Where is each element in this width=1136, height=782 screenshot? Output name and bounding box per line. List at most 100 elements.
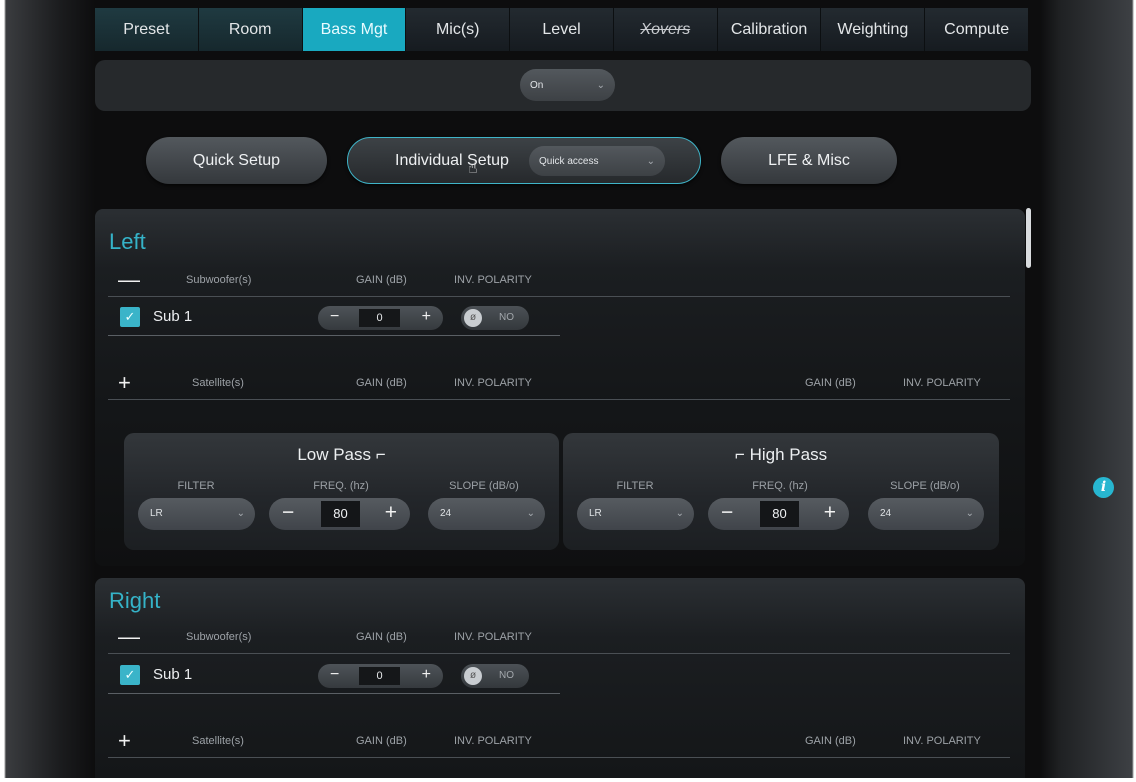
freq-minus-button[interactable]: − — [282, 501, 294, 525]
info-icon[interactable]: i — [1093, 477, 1114, 498]
polarity-toggle[interactable]: ø NO — [461, 664, 529, 688]
high-pass-curve-icon: ⌐ — [734, 445, 745, 464]
polarity-toggle[interactable]: ø NO — [461, 306, 529, 330]
polarity-phase-icon: ø — [464, 667, 482, 685]
lfe-misc-button[interactable]: LFE & Misc — [721, 137, 897, 184]
checkbox-checked-icon[interactable]: ✓ — [120, 307, 140, 327]
gain-plus-button[interactable]: + — [422, 666, 431, 684]
tab-xovers[interactable]: Xovers — [613, 8, 718, 51]
low-pass-slope-select[interactable]: 24 ⌄ — [428, 498, 545, 530]
chevron-down-icon: ⌄ — [596, 79, 605, 91]
tab-bass-mgt[interactable]: Bass Mgt — [302, 8, 407, 51]
bottom-edge — [0, 778, 1136, 782]
low-pass-filter-box: Low Pass ⌐ FILTER FREQ. (hz) SLOPE (dB/o… — [124, 433, 559, 550]
subwoofers-header: Subwoofer(s) — [186, 631, 252, 643]
freq-minus-button[interactable]: − — [721, 501, 733, 525]
chevron-down-icon: ⌄ — [236, 508, 245, 519]
satellite-header-row: + Satellite(s) GAIN (dB) INV. POLARITY G… — [108, 730, 1010, 758]
expand-plus-icon[interactable]: + — [118, 730, 131, 752]
low-pass-slope-value: 24 — [440, 508, 452, 519]
bass-mode-select[interactable]: On ⌄ — [520, 69, 615, 101]
chevron-down-icon: ⌄ — [675, 508, 684, 519]
expand-plus-icon[interactable]: + — [118, 372, 131, 394]
gain-value[interactable]: 0 — [359, 667, 400, 685]
gain-value[interactable]: 0 — [359, 309, 400, 327]
left-channel-panel: Left — Subwoofer(s) GAIN (dB) INV. POLAR… — [95, 209, 1025, 566]
filter-label: FILTER — [616, 480, 654, 492]
freq-plus-button[interactable]: + — [824, 501, 836, 525]
high-pass-slope-select[interactable]: 24 ⌄ — [868, 498, 984, 530]
low-pass-curve-icon: ⌐ — [375, 445, 386, 464]
quick-access-select[interactable]: Quick access ⌄ — [529, 146, 665, 176]
low-pass-freq-value[interactable]: 80 — [321, 501, 360, 527]
filter-label: FILTER — [177, 480, 215, 492]
pointer-cursor-icon: ☝ — [468, 160, 478, 177]
gain-header: GAIN (dB) — [356, 735, 407, 747]
chevron-down-icon: ⌄ — [965, 508, 974, 519]
high-pass-freq-stepper: − 80 + — [708, 498, 849, 530]
individual-setup-button[interactable]: Individual Setup Quick access ⌄ — [347, 137, 701, 184]
polarity-header: INV. POLARITY — [454, 631, 532, 643]
satellite-header-row: + Satellite(s) GAIN (dB) INV. POLARITY G… — [108, 372, 1010, 400]
chevron-down-icon: ⌄ — [526, 508, 535, 519]
collapse-minus-icon[interactable]: — — [118, 269, 140, 291]
gain-header-right: GAIN (dB) — [805, 735, 856, 747]
gain-header: GAIN (dB) — [356, 631, 407, 643]
gain-header: GAIN (dB) — [356, 377, 407, 389]
freq-label: FREQ. (hz) — [752, 480, 808, 492]
polarity-header-right: INV. POLARITY — [903, 735, 981, 747]
slope-label: SLOPE (dB/o) — [890, 480, 960, 492]
tab-room[interactable]: Room — [198, 8, 303, 51]
tab-xovers-label: Xovers — [640, 20, 691, 38]
gain-minus-button[interactable]: − — [330, 666, 339, 684]
checkbox-checked-icon[interactable]: ✓ — [120, 665, 140, 685]
individual-setup-label: Individual Setup — [395, 151, 509, 169]
tab-calibration[interactable]: Calibration — [717, 8, 822, 51]
tab-mics[interactable]: Mic(s) — [406, 8, 511, 51]
subwoofers-header: Subwoofer(s) — [186, 274, 252, 286]
tab-level[interactable]: Level — [510, 8, 614, 51]
high-pass-filter-select[interactable]: LR ⌄ — [577, 498, 694, 530]
quick-access-label: Quick access — [539, 155, 599, 167]
low-pass-filter-select[interactable]: LR ⌄ — [138, 498, 255, 530]
tab-weighting[interactable]: Weighting — [821, 8, 926, 51]
gain-plus-button[interactable]: + — [422, 308, 431, 326]
bass-mode-value: On — [530, 79, 544, 91]
chevron-down-icon: ⌄ — [646, 155, 655, 167]
high-pass-filter-value: LR — [589, 508, 602, 519]
satellites-header: Satellite(s) — [192, 735, 244, 747]
polarity-phase-icon: ø — [464, 309, 482, 327]
quick-setup-button[interactable]: Quick Setup — [146, 137, 327, 184]
high-pass-filter-box: ⌐ High Pass FILTER FREQ. (hz) SLOPE (dB/… — [563, 433, 999, 550]
satellites-header: Satellite(s) — [192, 377, 244, 389]
high-pass-title-text: High Pass — [749, 445, 828, 464]
bass-mode-strip: On ⌄ — [95, 60, 1031, 111]
polarity-value: NO — [499, 670, 514, 681]
sub-row-right: ✓ Sub 1 − 0 + ø NO — [108, 662, 560, 694]
tab-compute[interactable]: Compute — [925, 8, 1029, 51]
sub-gain-stepper: − 0 + — [318, 306, 443, 330]
high-pass-slope-value: 24 — [880, 508, 892, 519]
sub-gain-stepper: − 0 + — [318, 664, 443, 688]
subwoofer-header-row: — Subwoofer(s) GAIN (dB) INV. POLARITY — [108, 269, 1010, 297]
gain-header-right: GAIN (dB) — [805, 377, 856, 389]
collapse-minus-icon[interactable]: — — [118, 626, 140, 648]
slope-label: SLOPE (dB/o) — [449, 480, 519, 492]
gain-minus-button[interactable]: − — [330, 308, 339, 326]
vertical-scrollbar[interactable] — [1026, 208, 1031, 268]
tab-preset[interactable]: Preset — [95, 8, 199, 51]
main-tab-bar: Preset Room Bass Mgt Mic(s) Level Xovers… — [95, 8, 1029, 51]
polarity-value: NO — [499, 312, 514, 323]
polarity-header: INV. POLARITY — [454, 274, 532, 286]
polarity-header: INV. POLARITY — [454, 735, 532, 747]
subwoofer-header-row: — Subwoofer(s) GAIN (dB) INV. POLARITY — [108, 626, 1010, 654]
sub-row-left: ✓ Sub 1 − 0 + ø NO — [108, 304, 560, 336]
low-pass-title-text: Low Pass — [297, 445, 372, 464]
high-pass-freq-value[interactable]: 80 — [760, 501, 799, 527]
freq-plus-button[interactable]: + — [385, 501, 397, 525]
polarity-header-right: INV. POLARITY — [903, 377, 981, 389]
low-pass-freq-stepper: − 80 + — [269, 498, 410, 530]
high-pass-title: ⌐ High Pass — [563, 445, 999, 465]
channel-title-left: Left — [109, 229, 146, 254]
sub-label: Sub 1 — [153, 308, 193, 325]
